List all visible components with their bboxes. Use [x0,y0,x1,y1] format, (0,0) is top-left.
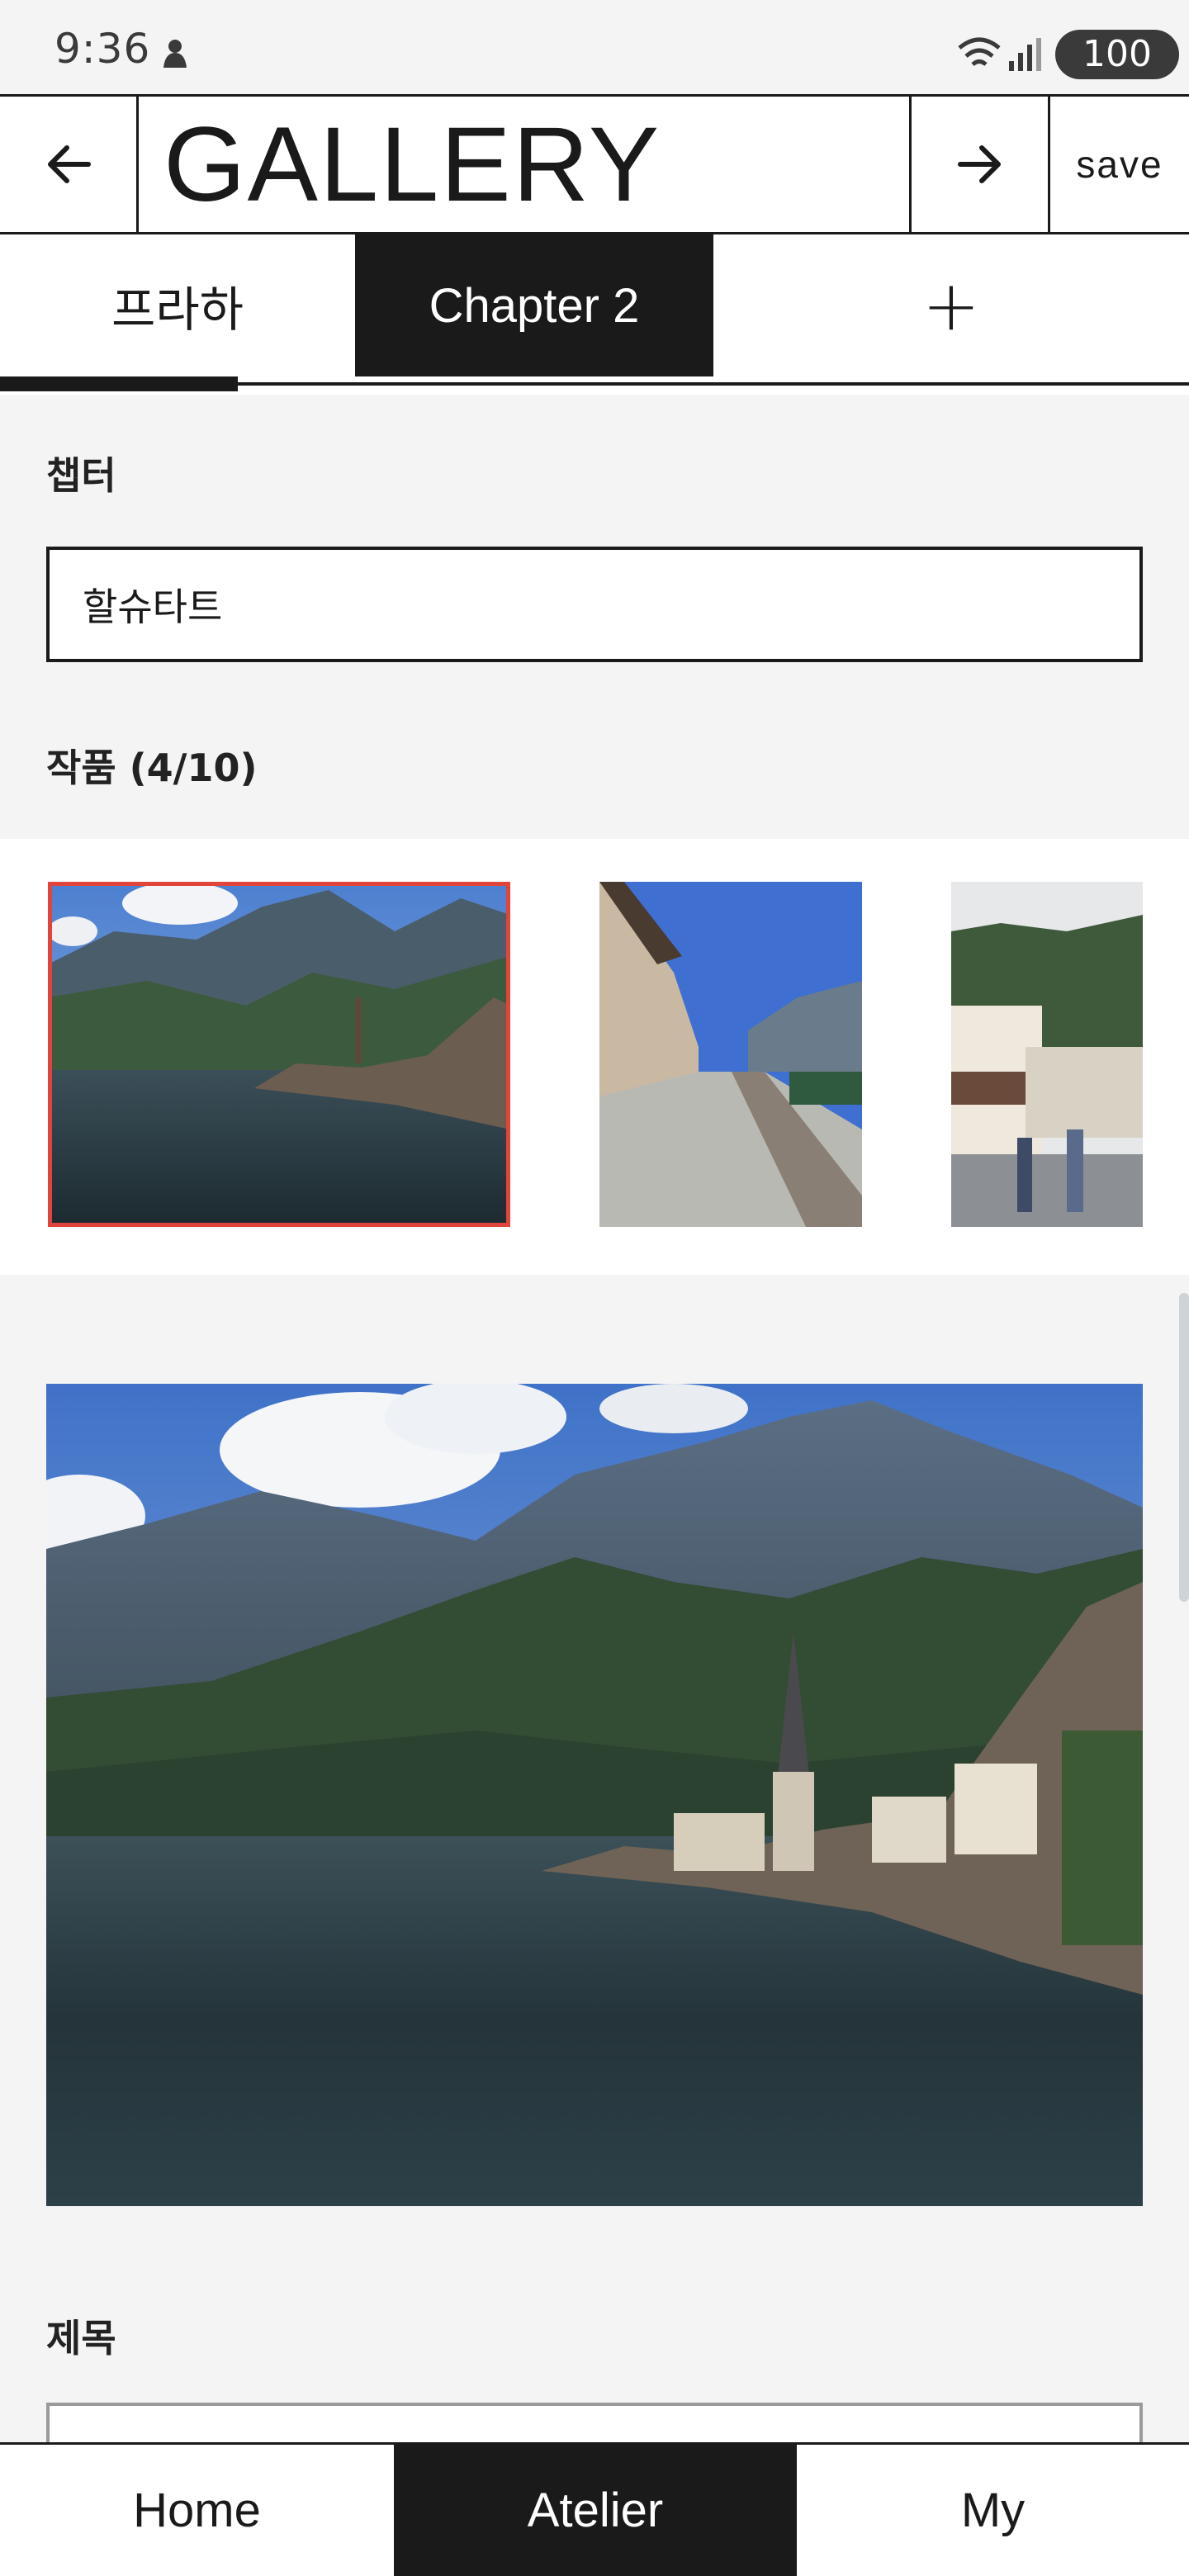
add-chapter-button[interactable]: + [713,234,1189,376]
signal-icon [1009,38,1041,71]
arrow-left-icon [47,145,91,183]
title-label: 제목 [46,2316,116,2361]
hallstatt-square-photo [951,882,1143,1227]
status-bar: 9:36 100 [0,0,1189,94]
next-button[interactable] [912,97,1050,232]
status-time: 9:36 [54,25,151,73]
nav-my[interactable]: My [794,2445,1189,2576]
works-thumbnail-strip[interactable] [0,839,1189,1275]
page-title: GALLERY [139,97,912,232]
arrow-right-icon [957,145,1001,183]
save-button[interactable]: save [1050,97,1189,232]
chapter-name-field[interactable]: 할슈타트 [46,547,1143,662]
hallstatt-lake-photo [48,882,510,1227]
selected-work-preview[interactable] [46,1384,1143,2206]
chapter-label: 챕터 [46,453,116,498]
thumbnail-hallstatt-square[interactable] [951,882,1143,1227]
notification-icon [163,40,187,68]
nav-home[interactable]: Home [0,2445,396,2576]
tab-prague[interactable]: 프라하 [0,234,355,376]
page-scrollbar[interactable] [1179,1293,1189,1602]
wifi-icon [958,37,1001,66]
works-count-label: 작품 (4/10) [46,746,258,790]
bottom-navigation: Home Atelier My [0,2442,1189,2576]
back-button[interactable] [0,97,139,232]
tab-scroll-thumb [0,376,238,391]
thumbnail-hallstatt-lake[interactable] [48,882,510,1227]
hallstatt-lake-photo [46,1384,1143,2206]
tab-chapter-2[interactable]: Chapter 2 [355,234,713,376]
chapter-tabs: 프라하 Chapter 2 + [0,234,1189,376]
battery-indicator: 100 [1055,30,1179,79]
nav-atelier[interactable]: Atelier [396,2445,794,2576]
hallstatt-street-photo [599,882,862,1227]
app-header: GALLERY save [0,94,1189,234]
tab-scroll-indicator [0,376,1189,395]
thumbnail-hallstatt-street[interactable] [599,882,862,1227]
